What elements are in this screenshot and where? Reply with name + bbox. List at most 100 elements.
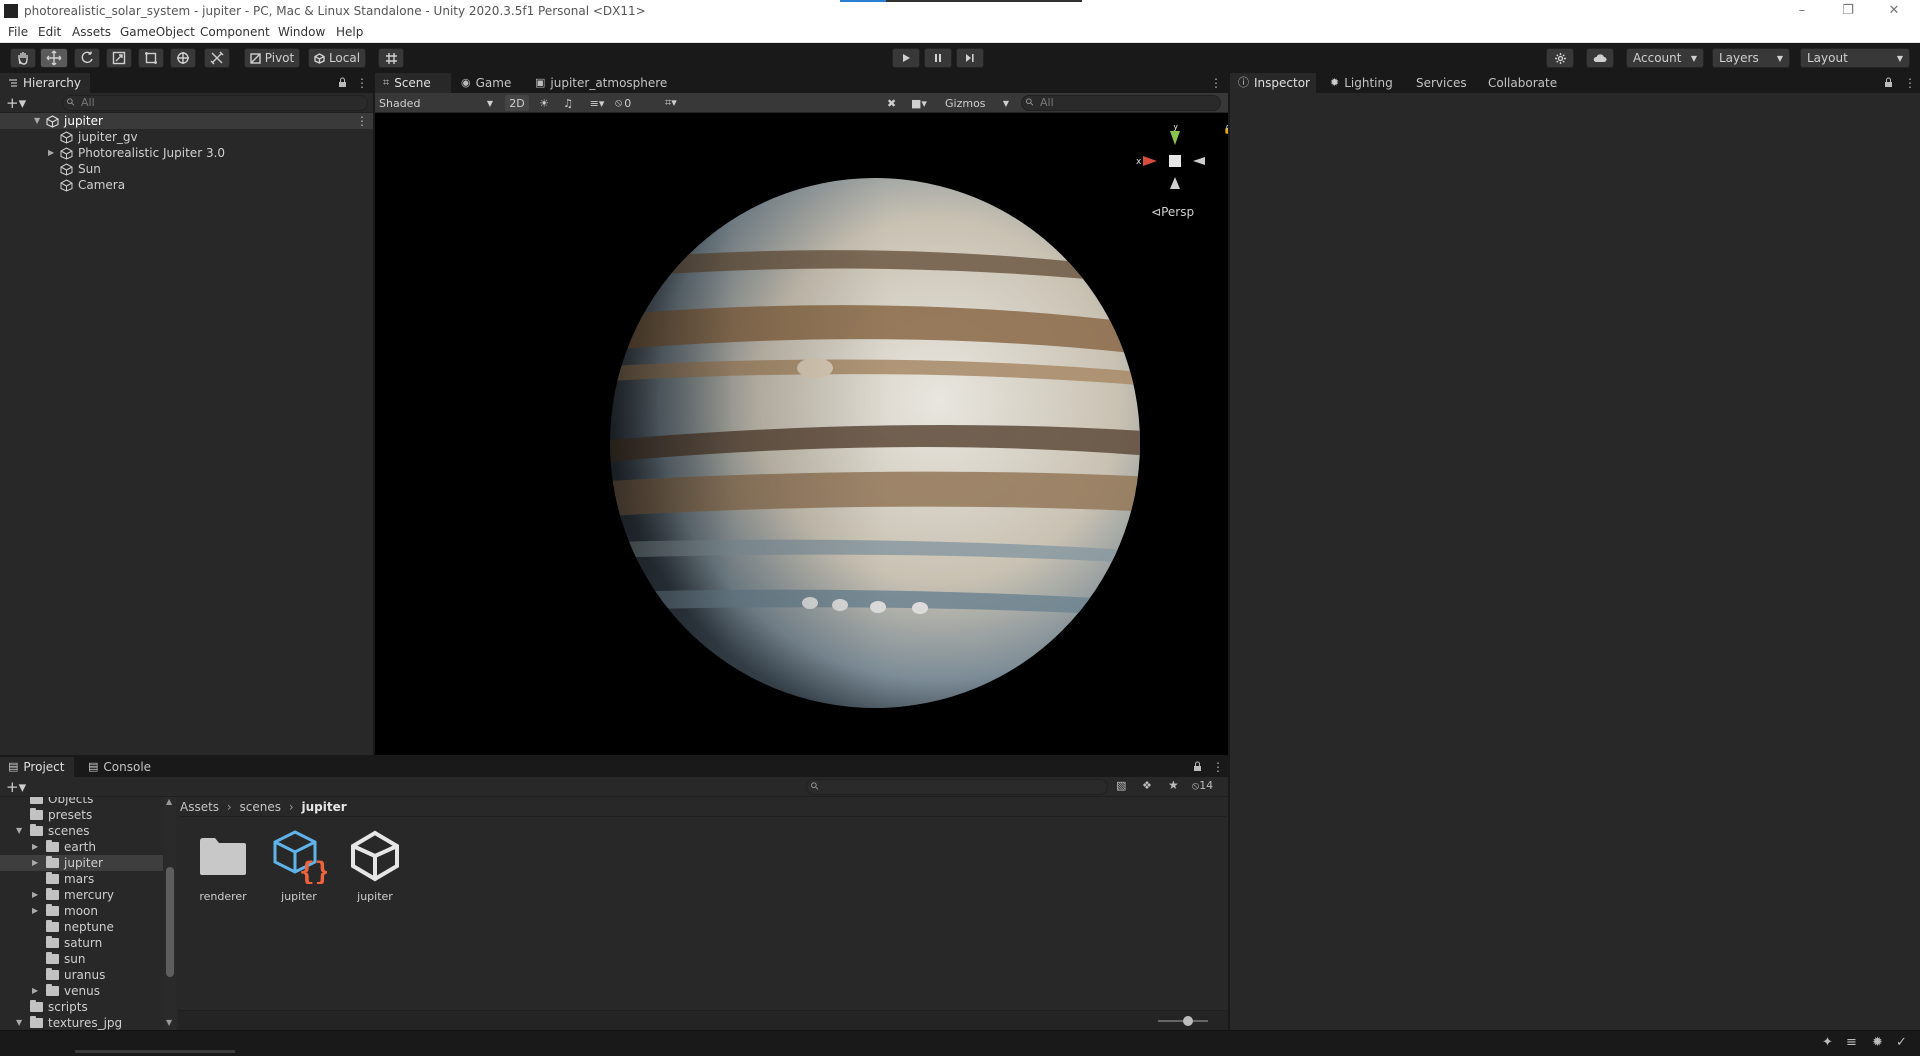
project-tree-item[interactable]: scripts — [0, 999, 163, 1015]
scene-search-input[interactable]: All — [1021, 95, 1221, 111]
tab-scene[interactable]: ⌗ Scene — [375, 73, 451, 93]
tree-scroll-thumb[interactable] — [166, 867, 174, 977]
project-tree-item[interactable]: saturn — [0, 935, 163, 951]
scene-camera-dropdown[interactable]: ■▾ — [911, 95, 939, 111]
tab-services[interactable]: Services — [1408, 73, 1478, 93]
tab-jupiter-atmosphere[interactable]: ▣ jupiter_atmosphere — [527, 73, 677, 93]
project-tree-item[interactable]: ▶ mercury — [0, 887, 163, 903]
auto-generate-lighting-icon[interactable]: ✹ — [1872, 1035, 1883, 1050]
collab-button[interactable] — [1546, 48, 1574, 68]
layers-dropdown[interactable]: Layers ▼ — [1712, 48, 1790, 68]
expand-right-icon[interactable]: ▶ — [32, 887, 38, 903]
panel-menu-icon[interactable]: ⋮ — [1904, 76, 1916, 90]
project-tree-item[interactable]: Objects — [0, 797, 163, 807]
project-tree-item[interactable]: mars — [0, 871, 163, 887]
menu-component[interactable]: Component — [200, 25, 270, 39]
hierarchy-item[interactable]: Sun — [0, 161, 373, 177]
tab-inspector[interactable]: ⓘ Inspector — [1230, 73, 1316, 93]
close-button[interactable]: ✕ — [1874, 1, 1914, 21]
favorite-star-icon[interactable]: ★ — [1168, 778, 1179, 792]
expand-right-icon[interactable]: ▶ — [32, 983, 38, 999]
breadcrumb-assets[interactable]: Assets — [180, 800, 219, 814]
account-dropdown[interactable]: Account ▼ — [1626, 48, 1704, 68]
scroll-up-icon[interactable]: ▲ — [166, 797, 172, 806]
pivot-toggle[interactable]: Pivot — [244, 48, 300, 68]
project-tree-item[interactable]: ▶ jupiter — [0, 855, 163, 871]
gizmo-lock-icon[interactable]: 🔒 — [1223, 125, 1228, 135]
project-tree-item[interactable]: ▼ textures_jpg — [0, 1015, 163, 1030]
menu-edit[interactable]: Edit — [38, 25, 61, 39]
breadcrumb-jupiter[interactable]: jupiter — [301, 800, 346, 814]
pause-button[interactable] — [924, 48, 952, 68]
expand-right-icon[interactable]: ▶ — [48, 145, 54, 161]
orientation-gizmo[interactable]: y x — [1135, 125, 1215, 205]
project-tree-item[interactable]: ▶ moon — [0, 903, 163, 919]
scale-tool-button[interactable] — [106, 48, 132, 68]
project-tree-item[interactable]: sun — [0, 951, 163, 967]
stack-icon[interactable]: ≡ — [1846, 1035, 1857, 1050]
menu-window[interactable]: Window — [278, 25, 325, 39]
create-plus-icon[interactable]: +▾ — [6, 778, 26, 796]
grid-snap-button[interactable] — [378, 48, 404, 68]
expand-down-icon[interactable]: ▼ — [16, 1015, 22, 1030]
tab-hierarchy[interactable]: Hierarchy — [0, 73, 90, 93]
breadcrumb-scenes[interactable]: scenes — [240, 800, 281, 814]
draw-mode-dropdown[interactable]: Shaded ▼ — [379, 95, 497, 111]
tab-project[interactable]: ▤ Project — [0, 757, 74, 777]
local-toggle[interactable]: Local — [308, 48, 366, 68]
expand-right-icon[interactable]: ▶ — [32, 839, 38, 855]
project-tree-item[interactable]: ▶ venus — [0, 983, 163, 999]
custom-tool-button[interactable] — [204, 48, 230, 68]
check-icon[interactable]: ✓ — [1896, 1035, 1907, 1050]
expand-right-icon[interactable]: ▶ — [32, 855, 38, 871]
hand-tool-button[interactable] — [10, 48, 36, 68]
tab-game[interactable]: ◉ Game — [453, 73, 523, 93]
search-by-label-icon[interactable]: ❖ — [1142, 779, 1152, 792]
scene-visibility-toggle[interactable]: ⦸ 0 — [615, 95, 645, 111]
cloud-button[interactable] — [1586, 48, 1614, 68]
asset-item[interactable]: {} jupiter — [266, 828, 332, 903]
transform-tool-button[interactable] — [170, 48, 196, 68]
menu-gameobject[interactable]: GameObject — [120, 25, 195, 39]
menu-assets[interactable]: Assets — [72, 25, 111, 39]
tab-collaborate[interactable]: Collaborate — [1480, 73, 1570, 93]
asset-item[interactable]: renderer — [190, 828, 256, 903]
minimize-button[interactable]: – — [1782, 1, 1822, 21]
project-search-input[interactable] — [806, 779, 1108, 795]
layout-dropdown[interactable]: Layout ▼ — [1800, 48, 1910, 68]
scene-grid-dropdown[interactable]: ⌗▾ — [665, 95, 695, 111]
move-tool-button[interactable] — [40, 48, 68, 68]
toggle-2d-button[interactable]: 2D — [505, 95, 529, 111]
panel-menu-icon[interactable]: ⋮ — [356, 76, 368, 90]
scene-effects-dropdown[interactable]: ≡▾ — [583, 95, 611, 111]
rotate-tool-button[interactable] — [74, 48, 100, 68]
projection-toggle[interactable]: ⊲Persp — [1151, 205, 1194, 219]
scene-viewport[interactable]: y x 🔒 ⊲Persp — [375, 113, 1228, 755]
project-tree-item[interactable]: uranus — [0, 967, 163, 983]
scene-row[interactable]: ▼ jupiter ⋮ — [0, 113, 373, 129]
project-tree-item[interactable]: presets — [0, 807, 163, 823]
scene-audio-toggle[interactable]: ♫ — [559, 95, 577, 111]
panel-menu-icon[interactable]: ⋮ — [1212, 760, 1224, 774]
play-button[interactable] — [892, 48, 920, 68]
scene-menu-icon[interactable]: ⋮ — [356, 113, 368, 129]
hierarchy-search-input[interactable]: All — [62, 95, 368, 111]
tab-lighting[interactable]: ✹ Lighting — [1322, 73, 1400, 93]
project-tree-item[interactable]: ▼ scenes — [0, 823, 163, 839]
expand-down-icon[interactable]: ▼ — [16, 823, 22, 839]
hierarchy-item[interactable]: ▶ Photorealistic Jupiter 3.0 — [0, 145, 373, 161]
gizmos-dropdown[interactable]: Gizmos ▼ — [945, 95, 1011, 111]
hierarchy-item[interactable]: jupiter_gv — [0, 129, 373, 145]
scroll-down-icon[interactable]: ▼ — [166, 1018, 172, 1027]
hidden-packages-toggle[interactable]: ⦸14 — [1192, 779, 1213, 793]
restore-button[interactable]: ❐ — [1828, 1, 1868, 21]
lock-icon[interactable] — [1193, 761, 1202, 772]
lock-icon[interactable] — [1884, 77, 1893, 88]
expand-right-icon[interactable]: ▶ — [32, 903, 38, 919]
tree-scrollbar[interactable]: ▲ ▼ — [164, 797, 176, 1030]
expand-down-icon[interactable]: ▼ — [34, 113, 40, 129]
menu-help[interactable]: Help — [336, 25, 363, 39]
step-button[interactable] — [956, 48, 984, 68]
rect-tool-button[interactable] — [138, 48, 164, 68]
lock-icon[interactable] — [338, 77, 347, 88]
